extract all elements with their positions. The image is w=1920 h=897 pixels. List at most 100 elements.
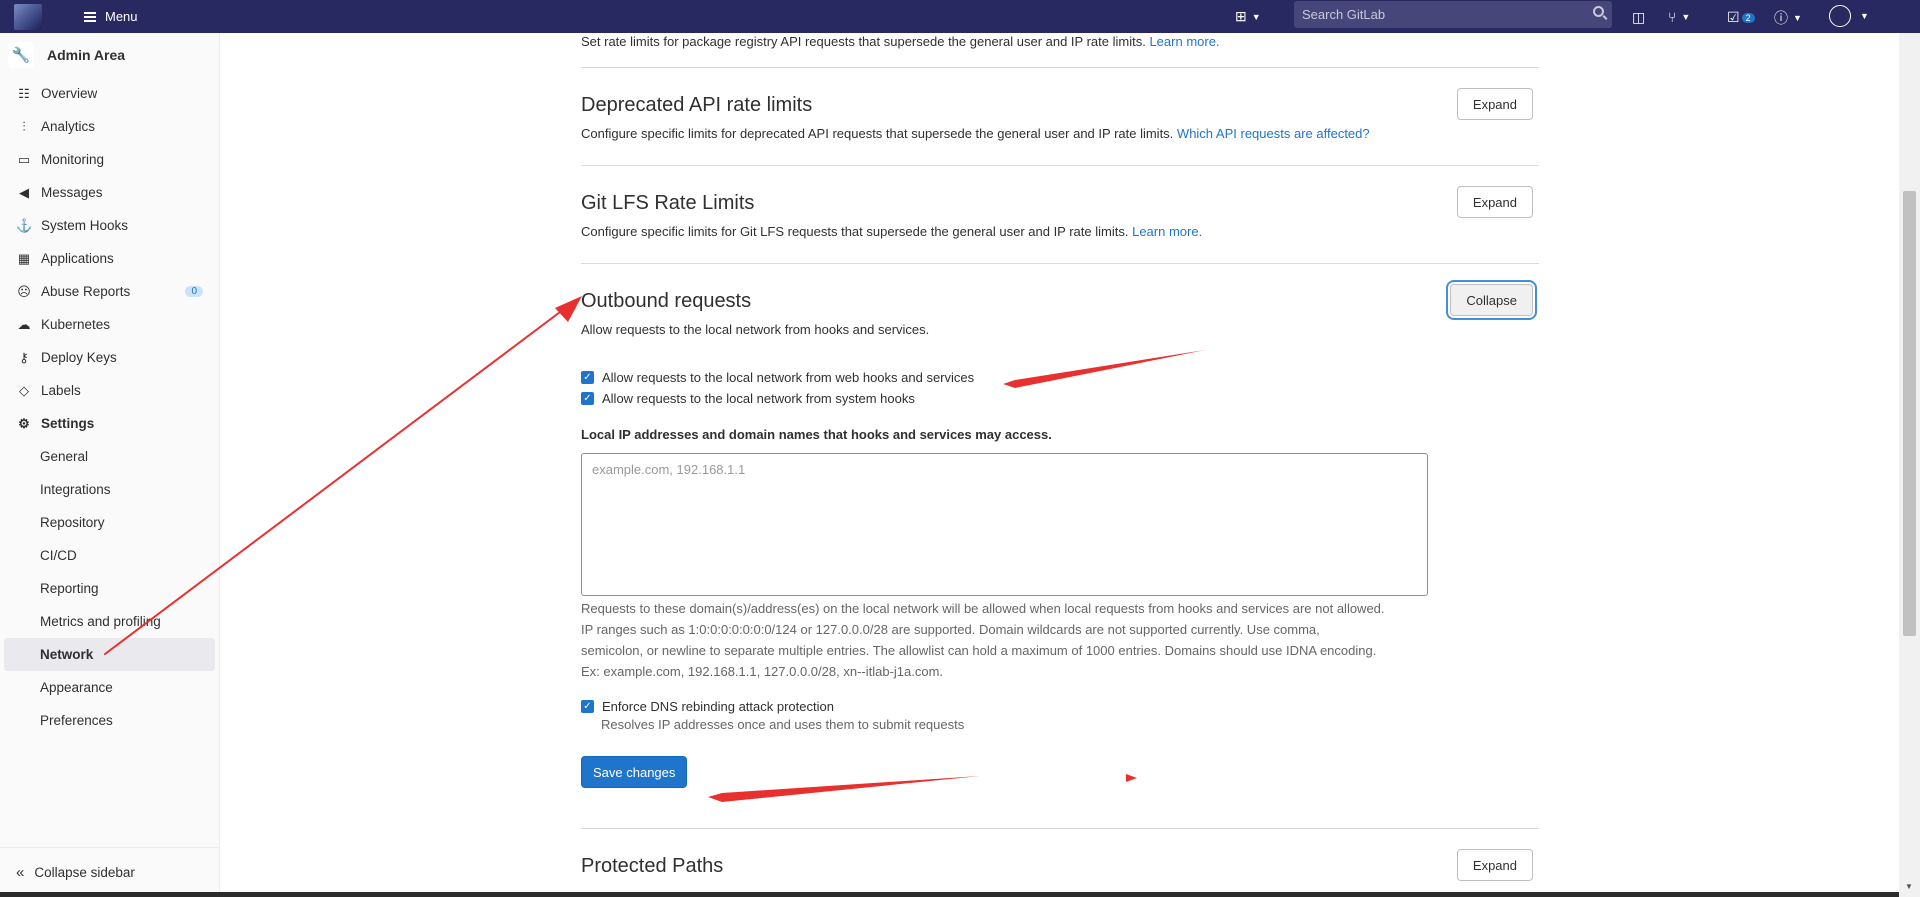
sidebar-subitem-label: Metrics and profiling [40, 614, 161, 629]
menu-button[interactable]: Menu [84, 9, 138, 24]
collapse-sidebar-button[interactable]: « Collapse sidebar [0, 847, 219, 897]
label-icon: ◇ [19, 382, 29, 398]
deprecated-api-section: Deprecated API rate limits Configure spe… [581, 88, 1539, 141]
sidebar-item-kubernetes[interactable]: ☁ Kubernetes [0, 308, 219, 341]
search-placeholder: Search GitLab [1302, 7, 1386, 22]
sidebar-subitem-repository[interactable]: Repository [0, 506, 219, 539]
allowlist-textarea[interactable] [581, 453, 1428, 596]
section-title: Git LFS Rate Limits [581, 192, 755, 214]
chevron-down-icon: ▼ [1681, 12, 1691, 22]
sidebar-title: Admin Area [47, 47, 126, 63]
issues-button[interactable]: ◫ [1632, 9, 1645, 26]
collapse-button[interactable]: Collapse [1450, 284, 1533, 316]
section-title: Protected Paths [581, 855, 724, 877]
checkbox-checked[interactable]: ✓ [581, 392, 594, 405]
sidebar-item-system-hooks[interactable]: ⚓ System Hooks [0, 209, 219, 242]
sidebar-item-messages[interactable]: ◀ Messages [0, 176, 219, 209]
sidebar-subitem-cicd[interactable]: CI/CD [0, 539, 219, 572]
git-lfs-section: Git LFS Rate Limits Configure specific l… [581, 186, 1539, 239]
section-description-text: Configure specific limits for deprecated… [581, 126, 1174, 141]
dns-rebinding-checkbox-row[interactable]: ✓ Enforce DNS rebinding attack protectio… [581, 696, 834, 717]
merge-requests-button[interactable]: ⑂ ▼ [1668, 9, 1690, 25]
double-chevron-left-icon: « [16, 864, 25, 881]
todos-button[interactable]: ☑ 2 [1727, 9, 1755, 26]
allow-webhooks-checkbox-row[interactable]: ✓ Allow requests to the local network fr… [581, 367, 974, 388]
issues-icon: ◫ [1632, 9, 1646, 25]
sidebar-item-abuse-reports[interactable]: ☹ Abuse Reports 0 [0, 275, 219, 308]
vertical-scrollbar[interactable]: ▼ [1899, 33, 1920, 897]
sidebar-subitem-label: CI/CD [40, 548, 77, 563]
wrench-icon: 🔧 [8, 42, 34, 68]
section-divider [581, 828, 1539, 829]
checkbox-checked[interactable]: ✓ [581, 700, 594, 713]
sidebar-subitem-reporting[interactable]: Reporting [0, 572, 219, 605]
sidebar-item-label: Abuse Reports [41, 284, 131, 299]
package-registry-desc-text: Set rate limits for package registry API… [581, 34, 1146, 49]
hooks-icon: ⚓ [16, 217, 33, 233]
learn-more-link[interactable]: Learn more. [1132, 224, 1202, 239]
package-registry-learn-more-link[interactable]: Learn more. [1149, 34, 1219, 49]
sidebar-subitem-label: Network [40, 647, 94, 662]
save-changes-button[interactable]: Save changes [581, 756, 688, 788]
chevron-down-icon: ▼ [1793, 13, 1802, 23]
section-title: Outbound requests [581, 290, 752, 312]
sidebar-item-settings[interactable]: ⚙ Settings [0, 407, 219, 440]
sidebar-subitem-network[interactable]: Network [4, 638, 215, 671]
hamburger-icon [84, 11, 96, 22]
section-title: Deprecated API rate limits [581, 94, 813, 116]
allowlist-label: Local IP addresses and domain names that… [581, 427, 1052, 442]
help-button[interactable]: ⓘ ▼ [1774, 8, 1802, 28]
chevron-down-icon: ▼ [1860, 11, 1869, 21]
main-content: Set rate limits for package registry API… [221, 33, 1899, 897]
sidebar-item-applications[interactable]: ▦ Applications [0, 242, 219, 275]
sidebar-subitem-label: Repository [40, 515, 105, 530]
menu-label: Menu [105, 9, 138, 24]
sidebar-item-label: Labels [41, 383, 81, 398]
avatar [1829, 5, 1851, 27]
expand-button[interactable]: Expand [1456, 186, 1533, 218]
sidebar-item-label: Deploy Keys [41, 350, 117, 365]
help-icon: ⓘ [1774, 10, 1788, 26]
checkbox-checked[interactable]: ✓ [581, 371, 594, 384]
section-description-text: Configure specific limits for Git LFS re… [581, 224, 1129, 239]
section-description: Configure specific limits for deprecated… [581, 126, 1539, 141]
sidebar-item-labels[interactable]: ◇ Labels [0, 374, 219, 407]
sidebar-item-label: Settings [41, 416, 95, 431]
sidebar-subitem-preferences[interactable]: Preferences [0, 704, 219, 737]
collapse-sidebar-label: Collapse sidebar [34, 865, 135, 880]
allow-system-hooks-checkbox-row[interactable]: ✓ Allow requests to the local network fr… [581, 388, 915, 409]
messages-icon: ◀ [19, 184, 29, 200]
sidebar-header[interactable]: 🔧 Admin Area [0, 33, 219, 77]
expand-button[interactable]: Expand [1456, 88, 1533, 120]
gitlab-logo[interactable] [14, 3, 42, 30]
which-api-requests-link[interactable]: Which API requests are affected? [1177, 126, 1370, 141]
checkbox-label: Allow requests to the local network from… [602, 370, 975, 385]
sidebar-subitem-integrations[interactable]: Integrations [0, 473, 219, 506]
search-input[interactable]: Search GitLab [1294, 1, 1612, 28]
scrollbar-thumb[interactable] [1903, 191, 1916, 636]
sidebar-subitem-general[interactable]: General [0, 440, 219, 473]
overview-icon: ☷ [18, 85, 30, 101]
sidebar-subitem-label: Integrations [40, 482, 111, 497]
sidebar-item-label: System Hooks [41, 218, 129, 233]
sidebar-item-label: Analytics [41, 119, 96, 134]
sidebar-item-analytics[interactable]: ⫶ Analytics [0, 110, 219, 143]
abuse-icon: ☹ [17, 283, 31, 299]
sidebar-subitem-metrics[interactable]: Metrics and profiling [0, 605, 219, 638]
kubernetes-icon: ☁ [17, 316, 31, 332]
sidebar-item-overview[interactable]: ☷ Overview [0, 77, 219, 110]
new-dropdown[interactable]: ⊞ ▼ [1235, 8, 1261, 25]
scroll-down-arrow-icon[interactable]: ▼ [1905, 882, 1913, 891]
expand-button[interactable]: Expand [1456, 849, 1533, 881]
sidebar-item-deploy-keys[interactable]: ⚷ Deploy Keys [0, 341, 219, 374]
sidebar-item-label: Monitoring [41, 152, 105, 167]
help-line: semicolon, or newline to separate multip… [581, 643, 1377, 658]
merge-request-icon: ⑂ [1668, 9, 1677, 25]
user-menu[interactable]: ▼ [1829, 5, 1869, 27]
sidebar-item-monitoring[interactable]: ▭ Monitoring [0, 143, 219, 176]
applications-icon: ▦ [17, 250, 31, 266]
sidebar-subitem-appearance[interactable]: Appearance [0, 671, 219, 704]
sidebar-subitem-label: Reporting [40, 581, 99, 596]
top-navbar: Menu ⊞ ▼ Search GitLab ◫ ⑂ ▼ ☑ 2 ⓘ ▼ ▼ [0, 0, 1920, 33]
sidebar-subitem-label: Preferences [40, 713, 113, 728]
